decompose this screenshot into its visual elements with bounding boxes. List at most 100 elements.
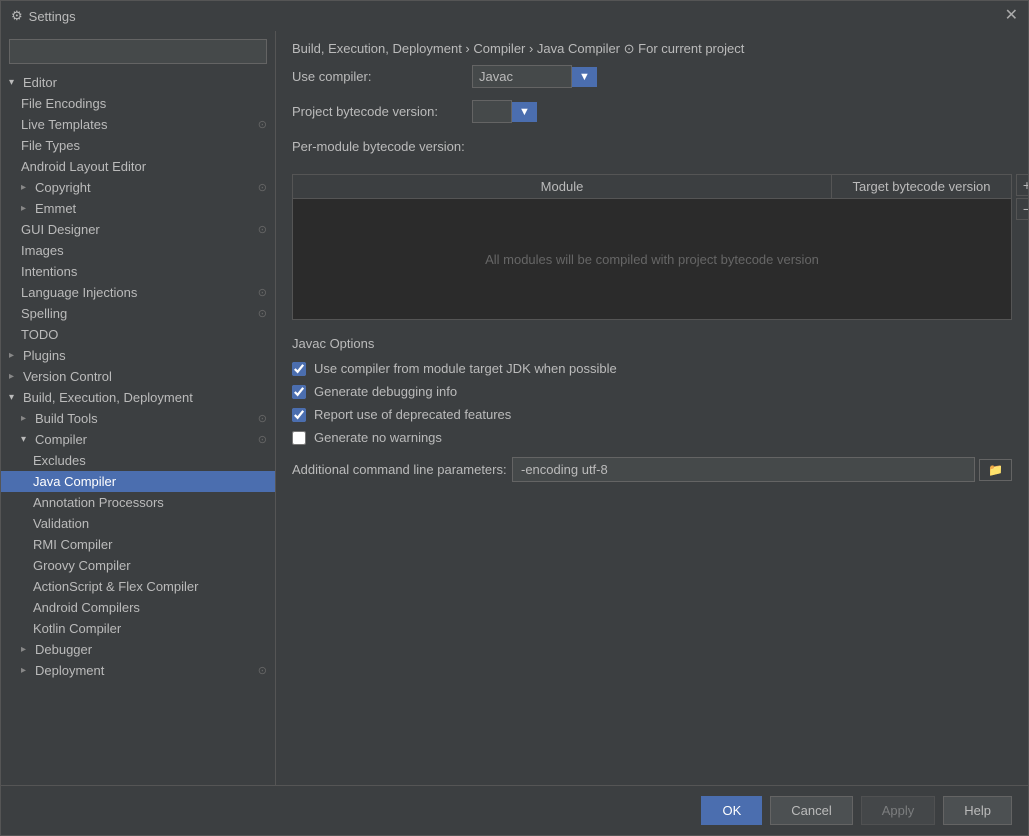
settings-panel: Use compiler: Javac ▼ Project bytecode v… xyxy=(276,65,1028,785)
sidebar-item-spelling[interactable]: Spelling ⊙ xyxy=(1,303,275,324)
add-module-button[interactable]: + xyxy=(1016,174,1028,196)
close-button[interactable]: ✕ xyxy=(1005,8,1018,24)
sidebar-item-label: Live Templates xyxy=(21,117,107,132)
sidebar-item-validation[interactable]: Validation xyxy=(1,513,275,534)
folder-icon: 📁 xyxy=(988,463,1003,477)
report-deprecated-checkbox[interactable] xyxy=(292,408,306,422)
use-compiler-select[interactable]: Javac xyxy=(472,65,572,88)
use-compiler-arrow[interactable]: ▼ xyxy=(572,67,597,87)
title-bar: ⚙ Settings ✕ xyxy=(1,1,1028,31)
sidebar-item-file-types[interactable]: File Types xyxy=(1,135,275,156)
copy-icon: ⊙ xyxy=(258,412,267,425)
copy-icon: ⊙ xyxy=(258,307,267,320)
copy-icon: ⊙ xyxy=(258,664,267,677)
sidebar: ▾ Editor File Encodings Live Templates ⊙… xyxy=(1,31,276,785)
sidebar-item-label: Version Control xyxy=(23,369,112,384)
arrow-icon: ▸ xyxy=(21,665,31,676)
sidebar-item-todo[interactable]: TODO xyxy=(1,324,275,345)
cmd-params-browse-button[interactable]: 📁 xyxy=(979,459,1012,481)
sidebar-item-android-layout-editor[interactable]: Android Layout Editor xyxy=(1,156,275,177)
checkbox-generate-debugging: Generate debugging info xyxy=(292,384,1012,399)
report-deprecated-label: Report use of deprecated features xyxy=(314,407,511,422)
sidebar-item-label: Android Compilers xyxy=(33,600,140,615)
table-actions: + − xyxy=(1016,174,1028,220)
sidebar-item-label: TODO xyxy=(21,327,58,342)
window-title: Settings xyxy=(29,9,76,24)
sidebar-item-plugins[interactable]: ▸ Plugins xyxy=(1,345,275,366)
table-body: All modules will be compiled with projec… xyxy=(293,199,1011,319)
sidebar-item-excludes[interactable]: Excludes xyxy=(1,450,275,471)
app-icon: ⚙ xyxy=(11,8,23,24)
sidebar-item-label: Debugger xyxy=(35,642,92,657)
copy-icon: ⊙ xyxy=(258,286,267,299)
sidebar-item-editor[interactable]: ▾ Editor xyxy=(1,72,275,93)
generate-no-warnings-checkbox[interactable] xyxy=(292,431,306,445)
copy-icon: ⊙ xyxy=(258,223,267,236)
sidebar-item-images[interactable]: Images xyxy=(1,240,275,261)
sidebar-item-debugger[interactable]: ▸ Debugger xyxy=(1,639,275,660)
arrow-icon: ▸ xyxy=(9,350,19,361)
sidebar-item-emmet[interactable]: ▸ Emmet xyxy=(1,198,275,219)
arrow-icon: ▾ xyxy=(9,77,19,88)
sidebar-item-file-encodings[interactable]: File Encodings xyxy=(1,93,275,114)
module-table: Module Target bytecode version All modul… xyxy=(292,174,1012,320)
sidebar-item-java-compiler[interactable]: Java Compiler xyxy=(1,471,275,492)
bytecode-version-row: Project bytecode version: ▼ xyxy=(292,100,1012,123)
sidebar-item-label: Spelling xyxy=(21,306,67,321)
sidebar-item-copyright[interactable]: ▸ Copyright ⊙ xyxy=(1,177,275,198)
bytecode-version-dropdown-wrapper: ▼ xyxy=(472,100,537,123)
copy-icon: ⊙ xyxy=(258,181,267,194)
bottom-bar: OK Cancel Apply Help xyxy=(1,785,1028,835)
search-input[interactable] xyxy=(9,39,267,64)
sidebar-item-version-control[interactable]: ▸ Version Control xyxy=(1,366,275,387)
ok-button[interactable]: OK xyxy=(701,796,762,825)
sidebar-item-label: Copyright xyxy=(35,180,91,195)
sidebar-item-label: Emmet xyxy=(35,201,76,216)
sidebar-item-build-execution[interactable]: ▾ Build, Execution, Deployment xyxy=(1,387,275,408)
bytecode-version-select[interactable] xyxy=(472,100,512,123)
generate-debugging-checkbox[interactable] xyxy=(292,385,306,399)
sidebar-item-live-templates[interactable]: Live Templates ⊙ xyxy=(1,114,275,135)
remove-module-button[interactable]: − xyxy=(1016,198,1028,220)
arrow-icon: ▾ xyxy=(9,392,19,403)
breadcrumb-path: Build, Execution, Deployment › Compiler … xyxy=(292,41,620,56)
sidebar-item-rmi-compiler[interactable]: RMI Compiler xyxy=(1,534,275,555)
col-version-header: Target bytecode version xyxy=(831,175,1011,198)
use-module-target-label: Use compiler from module target JDK when… xyxy=(314,361,617,376)
sidebar-item-kotlin-compiler[interactable]: Kotlin Compiler xyxy=(1,618,275,639)
sidebar-item-label: File Types xyxy=(21,138,80,153)
arrow-icon: ▸ xyxy=(21,203,31,214)
sidebar-item-label: ActionScript & Flex Compiler xyxy=(33,579,198,594)
sidebar-item-label: Compiler xyxy=(35,432,87,447)
cmd-params-input[interactable] xyxy=(512,457,975,482)
sidebar-item-language-injections[interactable]: Language Injections ⊙ xyxy=(1,282,275,303)
breadcrumb: Build, Execution, Deployment › Compiler … xyxy=(276,31,1028,65)
sidebar-item-label: Plugins xyxy=(23,348,66,363)
help-button[interactable]: Help xyxy=(943,796,1012,825)
title-bar-left: ⚙ Settings xyxy=(11,8,76,24)
table-empty-message: All modules will be compiled with projec… xyxy=(485,252,819,267)
sidebar-item-label: Android Layout Editor xyxy=(21,159,146,174)
sidebar-item-label: Annotation Processors xyxy=(33,495,164,510)
per-module-row: Per-module bytecode version: xyxy=(292,135,1012,162)
sidebar-item-compiler[interactable]: ▾ Compiler ⊙ xyxy=(1,429,275,450)
sidebar-item-label: Validation xyxy=(33,516,89,531)
breadcrumb-note: ⊙ For current project xyxy=(624,41,745,56)
cancel-button[interactable]: Cancel xyxy=(770,796,852,825)
sidebar-item-build-tools[interactable]: ▸ Build Tools ⊙ xyxy=(1,408,275,429)
sidebar-item-android-compilers[interactable]: Android Compilers xyxy=(1,597,275,618)
use-module-target-checkbox[interactable] xyxy=(292,362,306,376)
table-header: Module Target bytecode version xyxy=(293,175,1011,199)
sidebar-item-actionscript-compiler[interactable]: ActionScript & Flex Compiler xyxy=(1,576,275,597)
sidebar-item-label: Java Compiler xyxy=(33,474,116,489)
bytecode-version-arrow[interactable]: ▼ xyxy=(512,102,537,122)
sidebar-item-gui-designer[interactable]: GUI Designer ⊙ xyxy=(1,219,275,240)
apply-button[interactable]: Apply xyxy=(861,796,936,825)
module-table-container: Module Target bytecode version All modul… xyxy=(292,174,1012,320)
sidebar-item-deployment[interactable]: ▸ Deployment ⊙ xyxy=(1,660,275,681)
sidebar-item-groovy-compiler[interactable]: Groovy Compiler xyxy=(1,555,275,576)
use-compiler-dropdown-wrapper: Javac ▼ xyxy=(472,65,597,88)
sidebar-item-label: Build, Execution, Deployment xyxy=(23,390,193,405)
sidebar-item-intentions[interactable]: Intentions xyxy=(1,261,275,282)
sidebar-item-annotation-processors[interactable]: Annotation Processors xyxy=(1,492,275,513)
